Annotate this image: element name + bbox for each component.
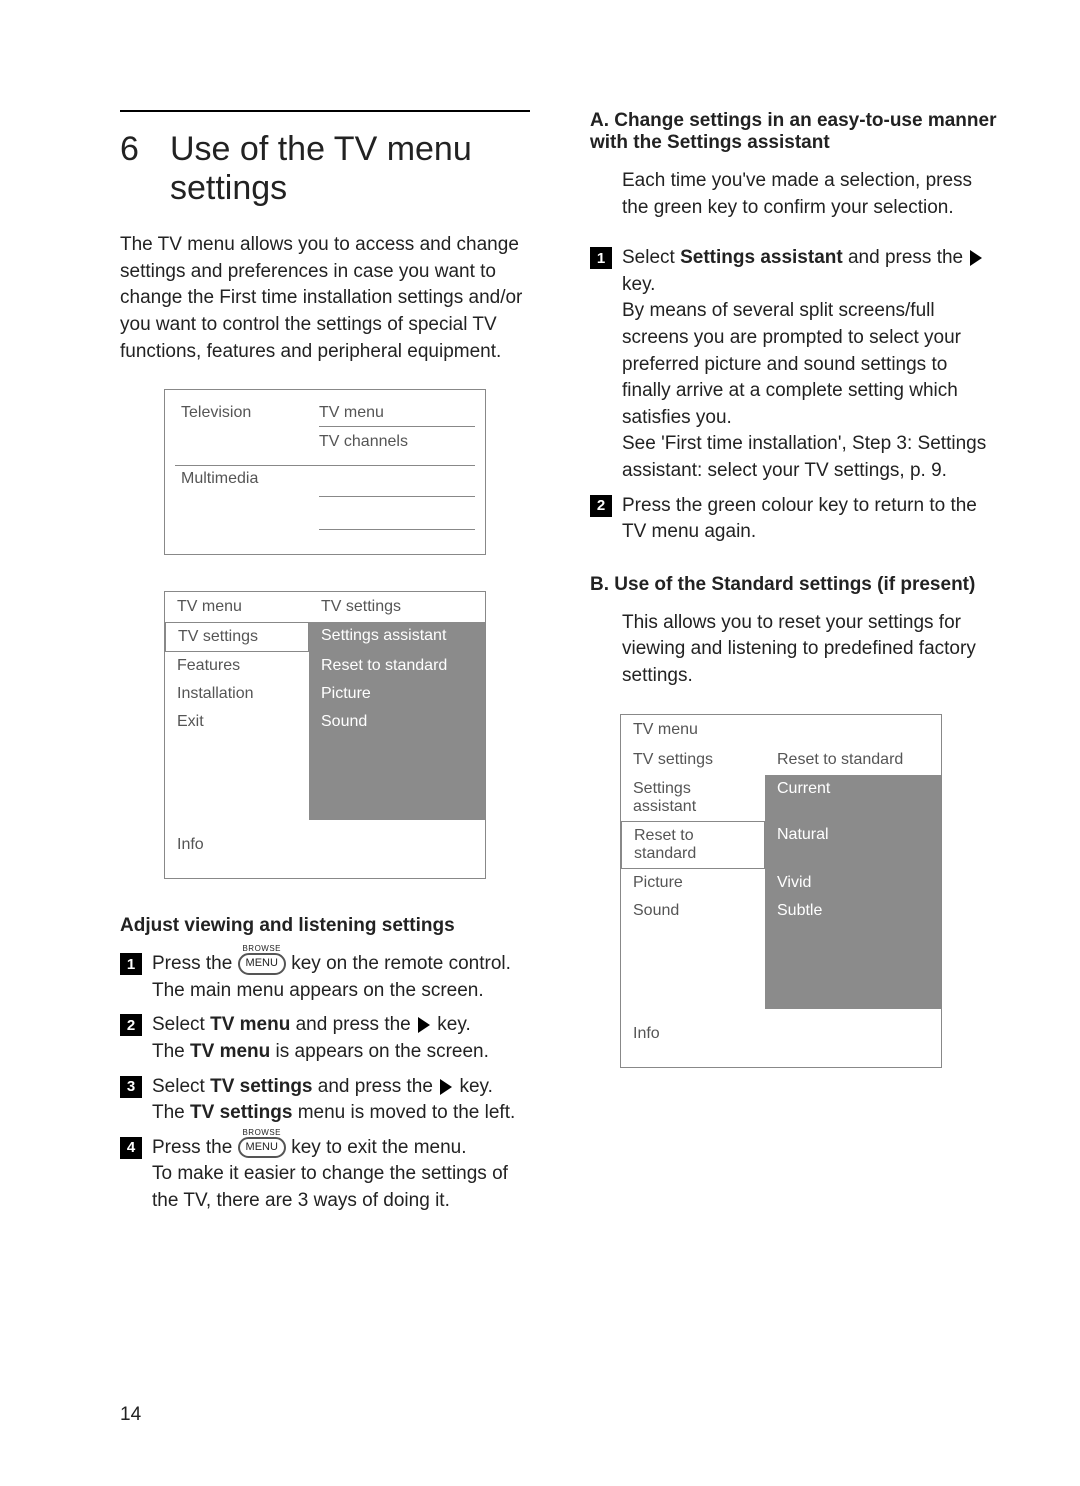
menu-item: Sound bbox=[621, 897, 765, 925]
submenu-item: Picture bbox=[309, 680, 485, 708]
submenu bbox=[309, 466, 485, 544]
diagram-main-menu: Television TV menu TV channels Multimedi… bbox=[164, 389, 486, 555]
left-column: 6 Use of the TV menu settings The TV men… bbox=[120, 110, 530, 1426]
submenu-item: Subtle bbox=[765, 897, 941, 925]
step-marker: 2 bbox=[590, 495, 612, 517]
info-label: Info bbox=[621, 1009, 941, 1067]
menu-item-selected: Reset to standard bbox=[621, 821, 765, 869]
adjust-heading: Adjust viewing and listening settings bbox=[120, 915, 530, 937]
section-heading: 6 Use of the TV menu settings bbox=[120, 130, 530, 208]
menu-key-icon: BROWSE MENU bbox=[238, 1137, 286, 1158]
menu-header-right: TV settings bbox=[309, 592, 485, 622]
menu-key-icon: BROWSE MENU bbox=[238, 953, 286, 974]
submenu-item: Current bbox=[765, 775, 941, 821]
diagram-reset-standard: TV menu TV settings Reset to standard Se… bbox=[620, 714, 942, 1068]
step: 1 Press the BROWSE MENU key on the remot… bbox=[120, 951, 530, 1004]
submenu-item: Settings assistant bbox=[309, 622, 485, 652]
submenu-item: TV channels bbox=[319, 433, 475, 451]
diagram-tv-menu: TV menu TV settings TV settings Settings… bbox=[164, 591, 486, 879]
menu-item: Settings assistant bbox=[621, 775, 765, 821]
step-text: Press the bbox=[152, 953, 238, 974]
step-tail: The main menu appears on the screen. bbox=[152, 980, 484, 1001]
menu-header: TV menu bbox=[621, 715, 765, 745]
menu-subheader-right: Reset to standard bbox=[765, 745, 941, 775]
subsection-b-para: This allows you to reset your settings f… bbox=[590, 610, 1000, 690]
menu-item: Exit bbox=[165, 708, 309, 736]
step-marker: 4 bbox=[120, 1137, 142, 1159]
step-marker: 3 bbox=[120, 1076, 142, 1098]
section-title: Use of the TV menu settings bbox=[170, 130, 530, 208]
section-number: 6 bbox=[120, 130, 170, 169]
step: 2 Press the green colour key to return t… bbox=[590, 493, 1000, 546]
subsection-a-heading: A. Change settings in an easy-to-use man… bbox=[590, 110, 1000, 154]
submenu-item: Vivid bbox=[765, 869, 941, 897]
step-marker: 1 bbox=[120, 953, 142, 975]
menu-item: Installation bbox=[165, 680, 309, 708]
rule bbox=[120, 110, 530, 112]
submenu-item: Natural bbox=[765, 821, 941, 869]
subsection-a-para: Each time you've made a selection, press… bbox=[590, 168, 1000, 221]
menu-item: Features bbox=[165, 652, 309, 680]
right-column: A. Change settings in an easy-to-use man… bbox=[590, 110, 1000, 1426]
submenu-item: Sound bbox=[309, 708, 485, 736]
step: 3 Select TV settings and press the key. … bbox=[120, 1074, 530, 1127]
info-label: Info bbox=[165, 820, 485, 878]
right-arrow-icon bbox=[970, 250, 982, 266]
submenu-item: TV menu bbox=[319, 404, 475, 427]
step: 2 Select TV menu and press the key. The … bbox=[120, 1012, 530, 1065]
menu-header: TV menu bbox=[165, 592, 309, 622]
right-arrow-icon bbox=[440, 1079, 452, 1095]
step-text: key on the remote control. bbox=[291, 953, 511, 974]
step: 1 Select Settings assistant and press th… bbox=[590, 245, 1000, 484]
submenu-item-empty bbox=[319, 474, 475, 497]
menu-item: Television bbox=[165, 400, 309, 426]
right-arrow-icon bbox=[418, 1017, 430, 1033]
subsection-b-heading: B. Use of the Standard settings (if pres… bbox=[590, 574, 1000, 596]
page-number: 14 bbox=[120, 1404, 141, 1426]
menu-subheader: TV settings bbox=[621, 745, 765, 775]
submenu-item: Reset to standard bbox=[309, 652, 485, 680]
step: 4 Press the BROWSE MENU key to exit the … bbox=[120, 1135, 530, 1215]
menu-item-selected: TV settings bbox=[165, 622, 309, 652]
menu-item: Multimedia bbox=[165, 466, 309, 492]
intro-paragraph: The TV menu allows you to access and cha… bbox=[120, 232, 530, 365]
manual-page: 6 Use of the TV menu settings The TV men… bbox=[0, 0, 1080, 1486]
menu-item: Picture bbox=[621, 869, 765, 897]
submenu: TV menu TV channels bbox=[309, 400, 485, 465]
submenu-item-empty bbox=[319, 507, 475, 530]
step-marker: 2 bbox=[120, 1014, 142, 1036]
step-marker: 1 bbox=[590, 247, 612, 269]
